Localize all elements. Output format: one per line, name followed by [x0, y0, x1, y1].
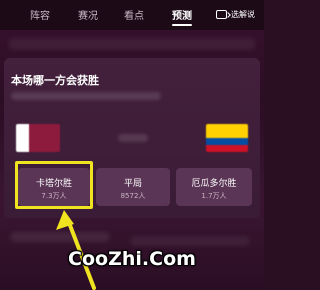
- versus-blurred: [118, 134, 148, 142]
- option-qatar-win[interactable]: 卡塔尔胜 7.3万人: [18, 168, 90, 206]
- ecuador-flag-icon: [206, 124, 248, 152]
- option-name: 平局: [123, 179, 142, 189]
- prediction-screen: 阵容 赛况 看点 预测 选解说 本场哪一方会获胜 卡塔尔胜 7.3万人 平局 8…: [0, 0, 264, 290]
- tab-highlights[interactable]: 看点: [124, 7, 144, 22]
- tab-match-status[interactable]: 赛况: [78, 7, 98, 22]
- top-tab-bar: 阵容 赛况 看点 预测 选解说: [0, 0, 264, 30]
- option-count: 7.3万人: [41, 192, 67, 200]
- active-tab-indicator: [172, 24, 192, 26]
- option-count: 8572人: [120, 192, 146, 200]
- option-ecuador-win[interactable]: 厄瓜多尔胜 1.7万人: [176, 168, 252, 206]
- option-draw[interactable]: 平局 8572人: [96, 168, 170, 206]
- watermark: CooZhi.Com: [68, 248, 196, 270]
- blurred-content: [130, 236, 250, 246]
- option-count: 1.7万人: [201, 192, 227, 200]
- tab-lineup[interactable]: 阵容: [30, 7, 50, 22]
- select-commentary-label: 选解说: [231, 9, 255, 19]
- blurred-row: [8, 38, 256, 50]
- option-name: 厄瓜多尔胜: [191, 179, 237, 189]
- option-name: 卡塔尔胜: [35, 179, 72, 189]
- card-title: 本场哪一方会获胜: [11, 74, 99, 87]
- qatar-flag-icon: [16, 124, 60, 152]
- select-commentary-button[interactable]: 选解说: [216, 4, 255, 24]
- card-subtitle-blurred: [11, 92, 161, 100]
- switch-icon: [216, 9, 227, 19]
- tab-prediction[interactable]: 预测: [172, 7, 192, 22]
